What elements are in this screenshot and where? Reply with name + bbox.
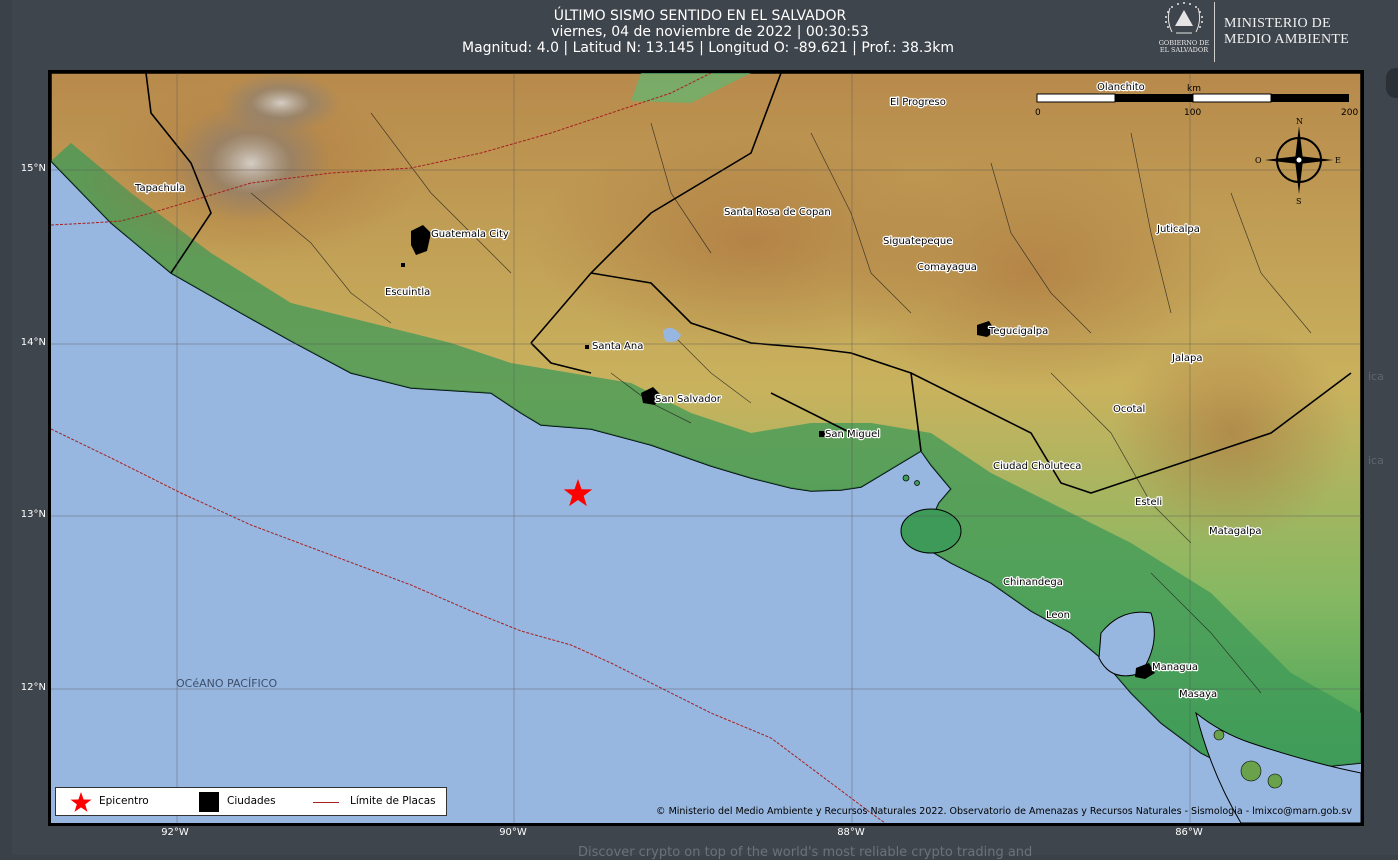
island — [902, 474, 910, 482]
highland-shading — [1111, 323, 1351, 543]
scale-unit: km — [1187, 84, 1201, 94]
lon-label-88: 88°W — [837, 827, 865, 838]
gobierno-text: GOBIERNO DE EL SALVADOR — [1158, 39, 1210, 54]
mountain-peaks — [221, 73, 341, 133]
city-label-san-salvador: San Salvador — [655, 394, 722, 405]
city-label-escuintla: Escuintla — [385, 287, 430, 298]
lat-label-14: 14°N — [20, 337, 46, 348]
city-label-tapachula: Tapachula — [134, 183, 185, 194]
city-label-olanchito: Olanchito — [1097, 82, 1145, 93]
logo-divider — [1214, 2, 1215, 62]
legend-star-icon — [70, 792, 92, 812]
city-label-san-miguel: San Miguel — [825, 429, 880, 440]
side-scroll-button[interactable] — [1386, 68, 1398, 98]
city-label-juticalpa: Juticalpa — [1156, 224, 1200, 235]
legend-plate-line — [313, 802, 339, 803]
city-label-ocotal: Ocotal — [1113, 404, 1145, 415]
city-label-managua: Managua — [1152, 662, 1198, 673]
coat-of-arms-icon — [1165, 2, 1203, 34]
island — [914, 480, 920, 486]
map-credit: © Ministerio del Medio Ambiente y Recurs… — [656, 806, 1352, 817]
scale-tick-200: 200 — [1341, 108, 1358, 118]
legend-ciudades-label: Ciudades — [227, 795, 276, 807]
city-label-jalapa: Jalapa — [1171, 353, 1202, 364]
city-label-guatemala-city: Guatemala City — [431, 229, 509, 240]
scale-tick-0: 0 — [1035, 108, 1041, 118]
city-label-comayagua: Comayagua — [917, 262, 977, 273]
city-label-siguatepeque: Siguatepeque — [883, 236, 952, 247]
lat-label-12: 12°N — [20, 682, 46, 693]
volcano-island — [1213, 729, 1225, 741]
city-label-el-progreso: El Progreso — [890, 97, 946, 108]
city-label-leon: Leon — [1046, 610, 1070, 621]
city-label-chinandega: Chinandega — [1003, 577, 1063, 588]
compass-e: E — [1335, 156, 1341, 165]
scale-tick-100: 100 — [1184, 108, 1201, 118]
compass-n: N — [1296, 117, 1303, 126]
volcano-island — [1267, 773, 1283, 789]
background-ghost-text: ica — [1368, 454, 1384, 467]
peninsula — [900, 508, 962, 554]
ministerio-text: MINISTERIO DE MEDIO AMBIENTE — [1224, 16, 1350, 47]
city-label-tegucigalpa: Tegucigalpa — [988, 326, 1048, 337]
legend-epicentro-label: Epicentro — [99, 795, 149, 807]
background-footer-text: Discover crypto on top of the world's mo… — [578, 845, 1033, 860]
city-label-esteli: Esteli — [1135, 497, 1162, 508]
seismic-map: Tapachula Guatemala City Escuintla Santa… — [48, 70, 1364, 826]
lat-label-15: 15°N — [20, 163, 46, 174]
compass-w: O — [1255, 156, 1262, 165]
lon-label-92: 92°W — [161, 827, 189, 838]
city-label-masaya: Masaya — [1179, 689, 1217, 700]
map-legend: Epicentro Ciudades Límite de Placas — [55, 787, 447, 816]
city-label-santa-ana: Santa Ana — [592, 341, 643, 352]
compass-s: S — [1296, 197, 1301, 206]
volcano-island — [1240, 760, 1262, 782]
city-label-choluteca: Ciudad Choluteca — [993, 461, 1081, 472]
epicenter-star-icon — [563, 479, 593, 507]
ministry-logo: GOBIERNO DE EL SALVADOR MINISTERIO DE ME… — [1156, 0, 1356, 64]
map-svg: Tapachula Guatemala City Escuintla Santa… — [51, 73, 1361, 823]
legend-city-swatch — [199, 792, 219, 812]
lon-label-86: 86°W — [1175, 827, 1203, 838]
lon-label-90: 90°W — [499, 827, 527, 838]
city-label-santa-rosa: Santa Rosa de Copan — [724, 207, 831, 218]
lat-label-13: 13°N — [20, 509, 46, 520]
background-ghost-text: ica — [1368, 370, 1384, 383]
city-label-matagalpa: Matagalpa — [1209, 526, 1262, 537]
ocean-label: OCéANO PACÍFICO — [176, 677, 277, 690]
plate-boundary-ocean — [51, 428, 886, 823]
